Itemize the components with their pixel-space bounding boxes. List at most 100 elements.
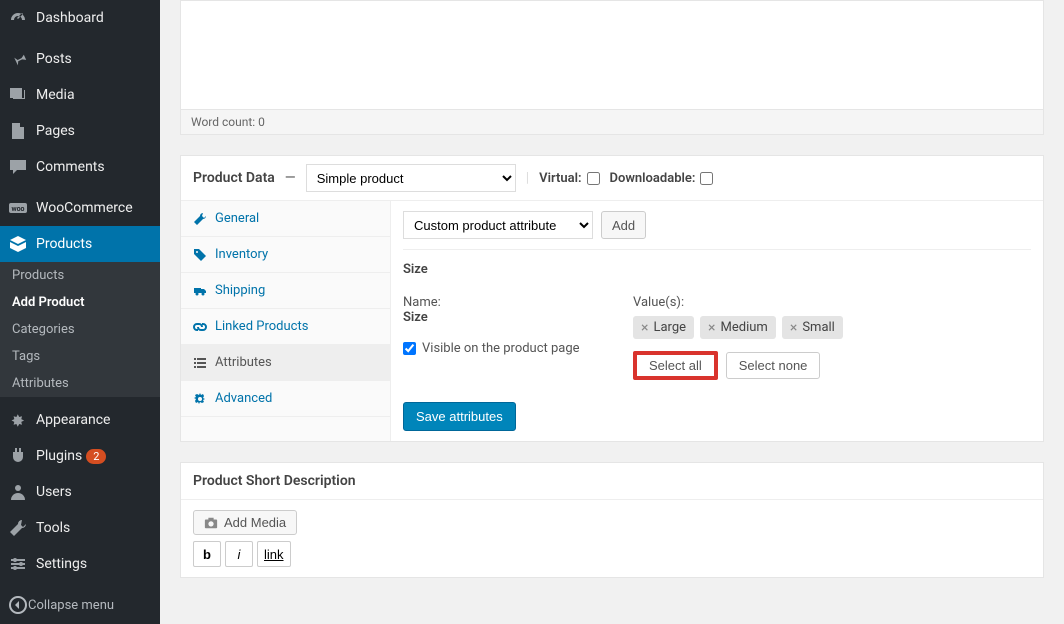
tab-label: Advanced [215,391,272,406]
appearance-icon [8,410,28,430]
submenu-item-products[interactable]: Products [0,262,160,289]
sidebar-item-plugins[interactable]: Plugins 2 [0,438,160,474]
attributes-panel: Custom product attribute Add Size Name: … [391,201,1043,441]
sidebar-item-appearance[interactable]: Appearance [0,402,160,438]
tab-advanced[interactable]: Advanced [181,381,390,417]
word-count-label: Word count: 0 [180,110,1044,135]
sidebar-item-users[interactable]: Users [0,474,160,510]
tab-label: Attributes [215,355,272,370]
sidebar-item-label: Comments [36,159,105,175]
list-icon [193,356,207,370]
virtual-label: Virtual: [539,171,581,186]
product-data-header: Product Data — Simple product | Virtual:… [181,156,1043,201]
sidebar-item-label: Settings [36,556,87,572]
name-label: Name: [403,295,593,310]
tab-label: Shipping [215,283,265,298]
remove-chip-icon[interactable]: × [708,321,715,335]
sidebar-item-label: Dashboard [36,10,104,26]
collapse-icon [8,595,28,615]
sidebar-item-label: Users [36,484,72,500]
dash: — [285,170,296,186]
pages-icon [8,121,28,141]
product-type-select[interactable]: Simple product [306,164,516,192]
sidebar-item-settings[interactable]: Settings [0,546,160,582]
admin-sidebar: Dashboard Posts Media Pages Comments woo… [0,0,160,624]
remove-chip-icon[interactable]: × [641,321,648,335]
select-none-button[interactable]: Select none [726,352,821,379]
downloadable-label: Downloadable: [610,171,696,186]
sidebar-item-label: Plugins [36,448,82,464]
plugins-update-badge: 2 [86,449,106,464]
bold-button[interactable]: b [193,541,221,567]
camera-icon [204,516,218,530]
link-button[interactable]: link [257,541,291,567]
tools-icon [8,518,28,538]
italic-button[interactable]: i [225,541,253,567]
wrench-icon [193,212,207,226]
select-all-button[interactable]: Select all [633,351,718,380]
tab-label: Linked Products [215,319,308,334]
attribute-title: Size [403,250,1031,289]
downloadable-checkbox[interactable] [700,172,713,185]
attribute-type-select[interactable]: Custom product attribute [403,211,593,239]
sidebar-item-dashboard[interactable]: Dashboard [0,0,160,36]
short-description-title: Product Short Description [181,463,1043,500]
visible-label: Visible on the product page [422,341,580,356]
dashboard-icon [8,8,28,28]
pin-icon [8,49,28,69]
collapse-menu-button[interactable]: Collapse menu [0,587,160,623]
sidebar-item-label: Appearance [36,412,110,428]
sidebar-item-label: Posts [36,51,72,67]
product-data-title: Product Data [193,170,275,186]
link-icon [193,320,207,334]
add-media-button[interactable]: Add Media [193,510,297,535]
virtual-checkbox[interactable] [587,172,600,185]
tab-label: General [215,211,259,226]
chip-small[interactable]: ×Small [782,316,843,339]
tab-linked-products[interactable]: Linked Products [181,309,390,345]
tab-label: Inventory [215,247,268,262]
sidebar-item-label: Tools [36,520,70,536]
chip-medium[interactable]: ×Medium [700,316,776,339]
submenu-item-add-product[interactable]: Add Product [0,289,160,316]
tab-inventory[interactable]: Inventory [181,237,390,273]
product-data-panel: Product Data — Simple product | Virtual:… [180,155,1044,442]
add-media-label: Add Media [224,515,286,530]
gear-icon [193,392,207,406]
product-data-tabs: General Inventory Shipping Linked Produc… [181,201,391,441]
content-editor[interactable] [180,0,1044,110]
svg-text:woo: woo [11,205,24,213]
tab-general[interactable]: General [181,201,390,237]
main-content: Word count: 0 Product Data — Simple prod… [160,0,1064,624]
tab-attributes[interactable]: Attributes [181,345,390,381]
media-icon [8,85,28,105]
sidebar-item-media[interactable]: Media [0,77,160,113]
sidebar-item-woocommerce[interactable]: woo WooCommerce [0,190,160,226]
truck-icon [193,284,207,298]
submenu-item-categories[interactable]: Categories [0,316,160,343]
sidebar-item-comments[interactable]: Comments [0,149,160,185]
short-description-panel: Product Short Description Add Media b i … [180,462,1044,578]
add-attribute-button[interactable]: Add [601,211,646,239]
comments-icon [8,157,28,177]
sidebar-item-products[interactable]: Products [0,226,160,262]
woocommerce-icon: woo [8,198,28,218]
virtual-checkbox-label[interactable]: Virtual: [539,171,599,186]
visible-checkbox[interactable] [403,342,416,355]
settings-icon [8,554,28,574]
tab-shipping[interactable]: Shipping [181,273,390,309]
submenu-item-tags[interactable]: Tags [0,343,160,370]
sidebar-item-tools[interactable]: Tools [0,510,160,546]
downloadable-checkbox-label[interactable]: Downloadable: [610,171,714,186]
chip-large[interactable]: ×Large [633,316,694,339]
sidebar-item-pages[interactable]: Pages [0,113,160,149]
submenu-item-attributes[interactable]: Attributes [0,370,160,397]
users-icon [8,482,28,502]
sidebar-item-label: Pages [36,123,75,139]
sidebar-item-label: Products [36,236,92,252]
save-attributes-button[interactable]: Save attributes [403,402,516,431]
collapse-label: Collapse menu [28,598,114,613]
attribute-values-chips: ×Large ×Medium ×Small [633,316,843,339]
remove-chip-icon[interactable]: × [790,321,797,335]
sidebar-item-posts[interactable]: Posts [0,41,160,77]
